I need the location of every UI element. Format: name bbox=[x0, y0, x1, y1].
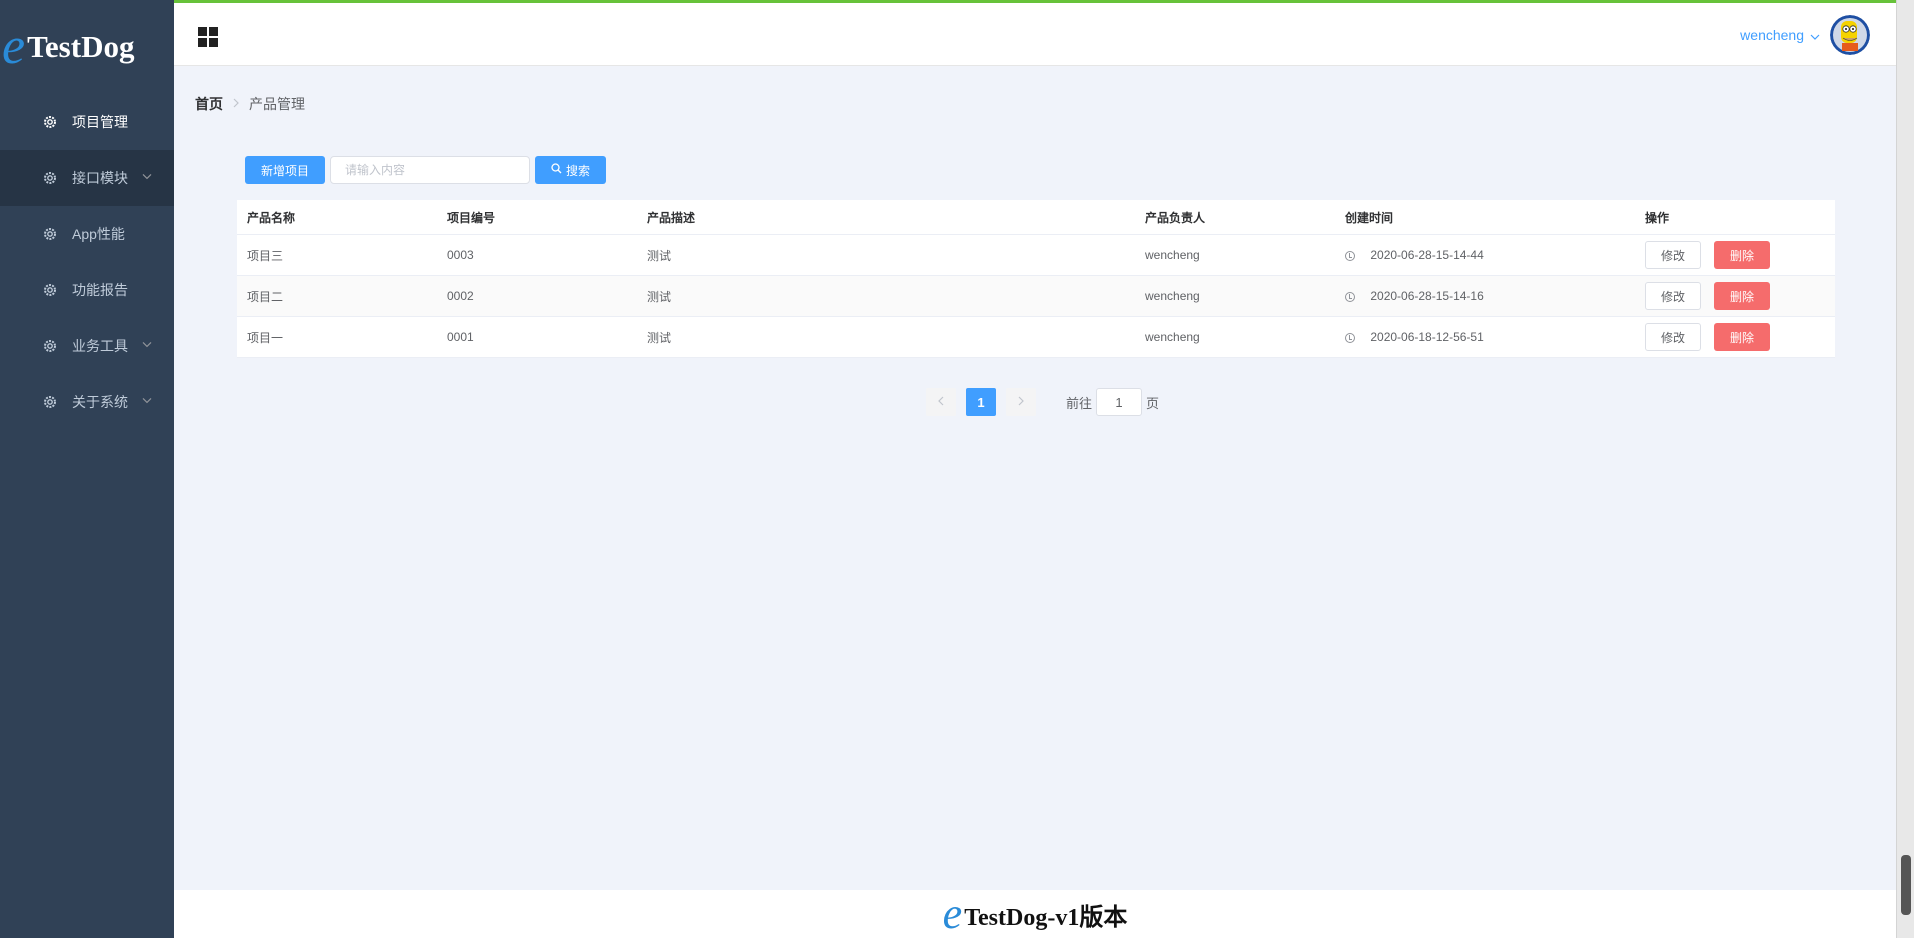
gear-icon bbox=[42, 226, 58, 242]
created-time: 2020-06-28-15-14-44 bbox=[1370, 248, 1484, 262]
sidebar-item-project-management[interactable]: 项目管理 bbox=[0, 94, 174, 150]
cell-name: 项目三 bbox=[247, 248, 284, 263]
created-time: 2020-06-28-15-14-16 bbox=[1370, 289, 1484, 303]
cell-created: 2020-06-18-12-56-51 bbox=[1335, 330, 1635, 344]
gear-icon bbox=[42, 170, 58, 186]
sidebar-item-label: App性能 bbox=[72, 226, 125, 242]
sidebar-item-app-performance[interactable]: App性能 bbox=[0, 206, 174, 262]
edit-button[interactable]: 修改 bbox=[1645, 241, 1701, 269]
scrollbar-thumb[interactable] bbox=[1901, 855, 1911, 915]
created-time: 2020-06-18-12-56-51 bbox=[1370, 330, 1484, 344]
cell-owner: wencheng bbox=[1145, 289, 1200, 303]
breadcrumb-home[interactable]: 首页 bbox=[195, 94, 223, 114]
edit-button[interactable]: 修改 bbox=[1645, 282, 1701, 310]
table-row: 项目一 0001 测试 wencheng 2020-06-18-12-56-51… bbox=[237, 317, 1835, 358]
search-button[interactable]: 搜索 bbox=[535, 156, 607, 184]
cell-created: 2020-06-28-15-14-44 bbox=[1335, 248, 1635, 262]
footer: e TestDog-v1版本 bbox=[174, 890, 1896, 938]
delete-button[interactable]: 删除 bbox=[1714, 323, 1770, 351]
sidebar-item-business-tools[interactable]: 业务工具 bbox=[0, 318, 174, 374]
column-header: 项目编号 bbox=[447, 210, 496, 225]
logo-letter: e bbox=[2, 18, 26, 75]
chevron-right-icon bbox=[233, 97, 239, 111]
goto-suffix: 页 bbox=[1146, 395, 1160, 411]
search-button-label: 搜索 bbox=[566, 163, 591, 178]
gear-icon bbox=[42, 282, 58, 298]
cell-name: 项目一 bbox=[247, 330, 284, 345]
footer-text: TestDog-v1版本 bbox=[964, 904, 1128, 931]
cell-actions: 修改 删除 bbox=[1635, 323, 1835, 351]
chevron-left-icon bbox=[938, 395, 944, 409]
sidebar-item-label: 关于系统 bbox=[72, 394, 128, 410]
cell-actions: 修改 删除 bbox=[1635, 282, 1835, 310]
delete-button[interactable]: 删除 bbox=[1714, 282, 1770, 310]
sidebar-item-interface-module[interactable]: 接口模块 bbox=[0, 150, 174, 206]
username: wencheng bbox=[1740, 27, 1804, 43]
breadcrumb-current: 产品管理 bbox=[249, 96, 305, 112]
page-number-button[interactable]: 1 bbox=[966, 388, 996, 416]
cell-actions: 修改 删除 bbox=[1635, 241, 1835, 269]
chevron-down-icon bbox=[142, 171, 152, 182]
brand-logo[interactable]: e TestDog bbox=[0, 0, 174, 94]
sidebar-item-about-system[interactable]: 关于系统 bbox=[0, 374, 174, 430]
footer-logo-letter: e bbox=[942, 889, 963, 938]
grid-menu-icon[interactable] bbox=[198, 27, 218, 47]
table-header: 产品名称 项目编号 产品描述 产品负责人 创建时间 操作 bbox=[237, 200, 1835, 235]
sidebar-item-label: 接口模块 bbox=[72, 170, 128, 186]
chevron-right-icon bbox=[1018, 395, 1024, 409]
cell-code: 0001 bbox=[447, 330, 474, 344]
pagination: 1 前往 页 bbox=[926, 388, 1159, 416]
cell-code: 0003 bbox=[447, 248, 474, 262]
clock-icon bbox=[1345, 250, 1355, 261]
column-header: 创建时间 bbox=[1345, 210, 1394, 225]
cell-created: 2020-06-28-15-14-16 bbox=[1335, 289, 1635, 303]
clock-icon bbox=[1345, 332, 1355, 343]
next-page-button[interactable] bbox=[1006, 388, 1036, 416]
edit-button[interactable]: 修改 bbox=[1645, 323, 1701, 351]
sidebar-menu: 项目管理 接口模块 App性能 功能报告 业务工具 关于系统 bbox=[0, 94, 174, 430]
toolbar: 新增项目 搜索 bbox=[245, 156, 607, 184]
chevron-down-icon bbox=[142, 339, 152, 350]
project-table: 产品名称 项目编号 产品描述 产品负责人 创建时间 操作 项目三 0003 测试… bbox=[237, 200, 1835, 358]
main-content: 首页 产品管理 新增项目 搜索 产品名称 项目编号 产品描述 产品负责人 创建时… bbox=[174, 66, 1896, 890]
goto-page-input[interactable] bbox=[1096, 388, 1143, 416]
table-row: 项目二 0002 测试 wencheng 2020-06-28-15-14-16… bbox=[237, 276, 1835, 317]
goto-prefix: 前往 bbox=[1066, 395, 1093, 411]
page-jumper: 前往 页 bbox=[1066, 388, 1159, 416]
table-row: 项目三 0003 测试 wencheng 2020-06-28-15-14-44… bbox=[237, 235, 1835, 276]
cell-owner: wencheng bbox=[1145, 248, 1200, 262]
cell-name: 项目二 bbox=[247, 289, 284, 304]
logo-text: TestDog bbox=[27, 29, 135, 64]
gear-icon bbox=[42, 114, 58, 130]
gear-icon bbox=[42, 394, 58, 410]
vertical-scrollbar[interactable] bbox=[1896, 0, 1914, 938]
prev-page-button[interactable] bbox=[926, 388, 956, 416]
cell-desc: 测试 bbox=[647, 289, 672, 304]
delete-button[interactable]: 删除 bbox=[1714, 241, 1770, 269]
column-header: 产品名称 bbox=[247, 210, 296, 225]
top-bar: wencheng bbox=[174, 0, 1914, 66]
column-header: 产品描述 bbox=[647, 210, 696, 225]
cell-desc: 测试 bbox=[647, 248, 672, 263]
breadcrumb: 首页 产品管理 bbox=[195, 94, 305, 114]
search-icon bbox=[551, 163, 562, 177]
avatar[interactable] bbox=[1830, 15, 1870, 55]
sidebar-item-label: 项目管理 bbox=[72, 114, 128, 130]
cell-owner: wencheng bbox=[1145, 330, 1200, 344]
add-project-button[interactable]: 新增项目 bbox=[245, 156, 326, 184]
chevron-down-icon bbox=[1810, 27, 1820, 43]
column-header: 产品负责人 bbox=[1145, 210, 1206, 225]
sidebar-item-label: 业务工具 bbox=[72, 338, 128, 354]
user-dropdown[interactable]: wencheng bbox=[1740, 27, 1820, 43]
sidebar: e TestDog 项目管理 接口模块 App性能 功能报告 业务工具 关于系统 bbox=[0, 0, 174, 938]
column-header: 操作 bbox=[1645, 210, 1670, 225]
search-input[interactable] bbox=[330, 156, 531, 184]
gear-icon bbox=[42, 338, 58, 354]
cell-desc: 测试 bbox=[647, 330, 672, 345]
sidebar-item-function-report[interactable]: 功能报告 bbox=[0, 262, 174, 318]
sidebar-item-label: 功能报告 bbox=[72, 282, 128, 298]
cell-code: 0002 bbox=[447, 289, 474, 303]
chevron-down-icon bbox=[142, 395, 152, 406]
clock-icon bbox=[1345, 291, 1355, 302]
